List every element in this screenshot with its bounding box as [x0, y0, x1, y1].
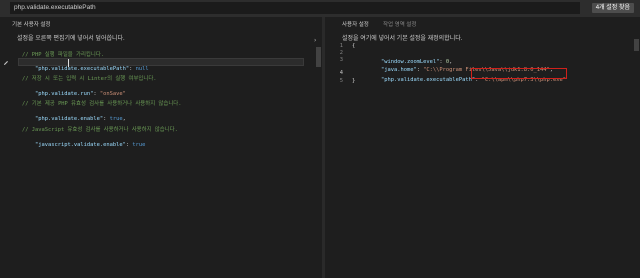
- user-settings-description: 설정을 여기에 넣어서 기본 설정을 재정의합니다.: [342, 36, 463, 42]
- right-scrollbar-thumb[interactable]: [634, 39, 639, 51]
- setting-value: true: [132, 142, 146, 148]
- tab-default-user-settings[interactable]: 기본 사용자 설정: [12, 20, 50, 28]
- line-number: 3: [339, 57, 343, 63]
- setting-key: "php.validate.run": [34, 91, 94, 97]
- setting-comment: // JavaScript 유효성 검사를 사용하거나 사용하지 않습니다.: [22, 127, 178, 133]
- setting-key-tail: cutablePath": [90, 66, 130, 72]
- setting-key: "php.validate.enable": [34, 116, 104, 122]
- text-cursor: [68, 59, 69, 67]
- edit-pencil-icon[interactable]: [3, 60, 9, 66]
- tab-user-settings[interactable]: 사용자 설정: [342, 20, 369, 28]
- collapse-chevron-icon[interactable]: ›: [314, 37, 316, 44]
- setting-value: "onSave": [99, 91, 126, 97]
- search-result-count-badge: 4개 설정 찾음: [591, 3, 634, 13]
- setting-key: "php.validate.executablePath": [380, 77, 476, 83]
- setting-comment: // 저장 시 또는 입력 시 Linter의 실행 여부입니다.: [22, 76, 157, 82]
- left-scrollbar-thumb[interactable]: [316, 47, 321, 67]
- tab-workspace-settings[interactable]: 작업 영역 설정: [383, 20, 416, 28]
- settings-search-input[interactable]: php.validate.executablePath: [10, 2, 580, 14]
- setting-key: "php.validate.exe: [34, 66, 91, 72]
- default-settings-pane: 기본 사용자 설정 설정을 오른쪽 편집기에 넣어서 덮어씁니다. › // P…: [0, 17, 322, 278]
- line-number: 5: [339, 78, 343, 84]
- highlighted-value-box: [471, 68, 567, 79]
- open-brace: {: [352, 43, 356, 49]
- setting-value: true: [109, 116, 123, 122]
- settings-search-bar: php.validate.executablePath 4개 설정 찾음: [0, 0, 640, 17]
- setting-comment: // PHP 실행 파일을 가리킵니다.: [22, 52, 105, 58]
- setting-key: "javascript.validate.enable": [34, 142, 126, 148]
- close-brace: }: [352, 78, 356, 84]
- setting-value: null: [135, 66, 149, 72]
- setting-comment: // 기본 제공 PHP 유효성 검사를 사용하거나 사용하지 않습니다.: [22, 101, 182, 107]
- user-settings-pane: 사용자 설정 작업 영역 설정 설정을 여기에 넣어서 기본 설정을 재정의합니…: [325, 17, 640, 278]
- line-number: 2: [339, 50, 343, 56]
- line-number: 1: [339, 43, 343, 49]
- setting-trailing-comma: ,: [122, 116, 126, 122]
- setting-line[interactable]: "javascript.validate.enable": true: [22, 135, 145, 156]
- default-settings-description: 설정을 오른쪽 편집기에 넣어서 덮어씁니다.: [17, 36, 125, 42]
- line-number-current: 4: [339, 70, 343, 76]
